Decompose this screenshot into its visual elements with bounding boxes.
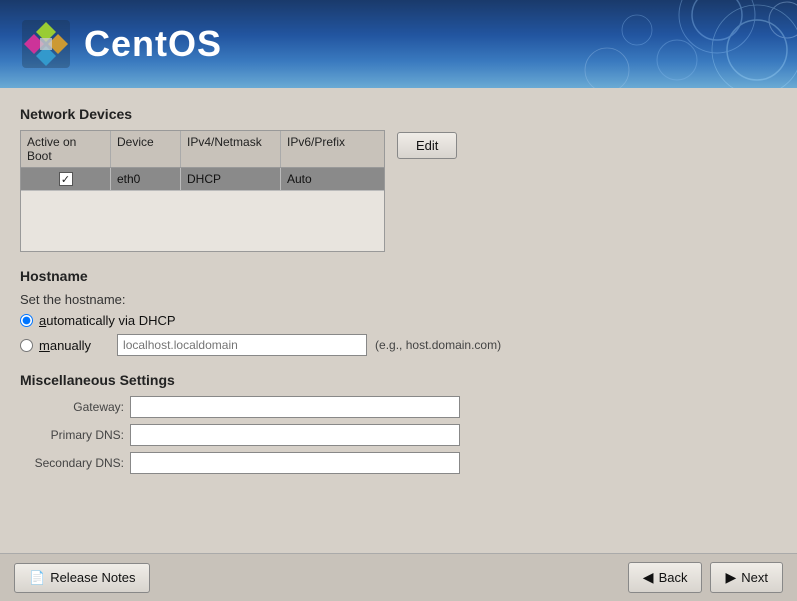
logo-container: CentOS [0, 0, 797, 88]
cell-device: eth0 [111, 168, 181, 190]
hostname-input[interactable] [117, 334, 367, 356]
col-ipv4: IPv4/Netmask [181, 131, 281, 167]
col-device: Device [111, 131, 181, 167]
network-devices-title: Network Devices [20, 106, 777, 122]
gateway-row: Gateway: [20, 396, 777, 418]
table-empty-area [21, 191, 384, 251]
footer: 📄 Release Notes ◀ Back ▶ Next [0, 553, 797, 601]
header: CentOS [0, 0, 797, 88]
hostname-hint: (e.g., host.domain.com) [375, 338, 501, 352]
gateway-input[interactable] [130, 396, 460, 418]
network-devices-section: Active on Boot Device IPv4/Netmask IPv6/… [20, 130, 777, 252]
back-label: Back [659, 570, 688, 585]
footer-right: ◀ Back ▶ Next [628, 562, 783, 593]
release-notes-label: Release Notes [50, 570, 135, 585]
main-content: Network Devices Active on Boot Device IP… [0, 88, 797, 494]
secondary-dns-label: Secondary DNS: [20, 456, 130, 470]
hostname-auto-option: automatically via DHCP [20, 313, 777, 328]
cell-ipv6: Auto [281, 168, 386, 190]
hostname-manual-label[interactable]: manually [39, 338, 91, 353]
table-header-row: Active on Boot Device IPv4/Netmask IPv6/… [21, 131, 384, 168]
back-button[interactable]: ◀ Back [628, 562, 703, 593]
next-label: Next [741, 570, 768, 585]
logo-text: CentOS [84, 23, 222, 65]
hostname-input-row: (e.g., host.domain.com) [117, 334, 501, 356]
network-devices-table: Active on Boot Device IPv4/Netmask IPv6/… [20, 130, 385, 252]
release-notes-icon: 📄 [29, 570, 45, 586]
hostname-auto-label[interactable]: automatically via DHCP [39, 313, 176, 328]
hostname-subtitle: Set the hostname: [20, 292, 777, 307]
primary-dns-label: Primary DNS: [20, 428, 130, 442]
secondary-dns-input[interactable] [130, 452, 460, 474]
secondary-dns-row: Secondary DNS: [20, 452, 777, 474]
hostname-manual-radio[interactable] [20, 339, 33, 352]
active-boot-checkbox[interactable]: ✓ [59, 172, 73, 186]
release-notes-button[interactable]: 📄 Release Notes [14, 563, 150, 593]
gateway-label: Gateway: [20, 400, 130, 414]
next-button[interactable]: ▶ Next [710, 562, 783, 593]
misc-title: Miscellaneous Settings [20, 372, 777, 388]
hostname-manual-option: manually (e.g., host.domain.com) [20, 334, 777, 356]
primary-dns-row: Primary DNS: [20, 424, 777, 446]
centos-logo-icon [20, 18, 72, 70]
hostname-auto-radio[interactable] [20, 314, 33, 327]
footer-left: 📄 Release Notes [14, 563, 150, 593]
col-ipv6: IPv6/Prefix [281, 131, 386, 167]
table-row[interactable]: ✓ eth0 DHCP Auto [21, 168, 384, 191]
next-icon: ▶ [725, 569, 736, 586]
cell-ipv4: DHCP [181, 168, 281, 190]
cell-active-boot: ✓ [21, 168, 111, 190]
col-active-on-boot: Active on Boot [21, 131, 111, 167]
primary-dns-input[interactable] [130, 424, 460, 446]
edit-button[interactable]: Edit [397, 132, 457, 159]
hostname-section: Hostname Set the hostname: automatically… [20, 268, 777, 356]
back-icon: ◀ [643, 569, 654, 586]
misc-section: Miscellaneous Settings Gateway: Primary … [20, 372, 777, 474]
hostname-title: Hostname [20, 268, 777, 284]
